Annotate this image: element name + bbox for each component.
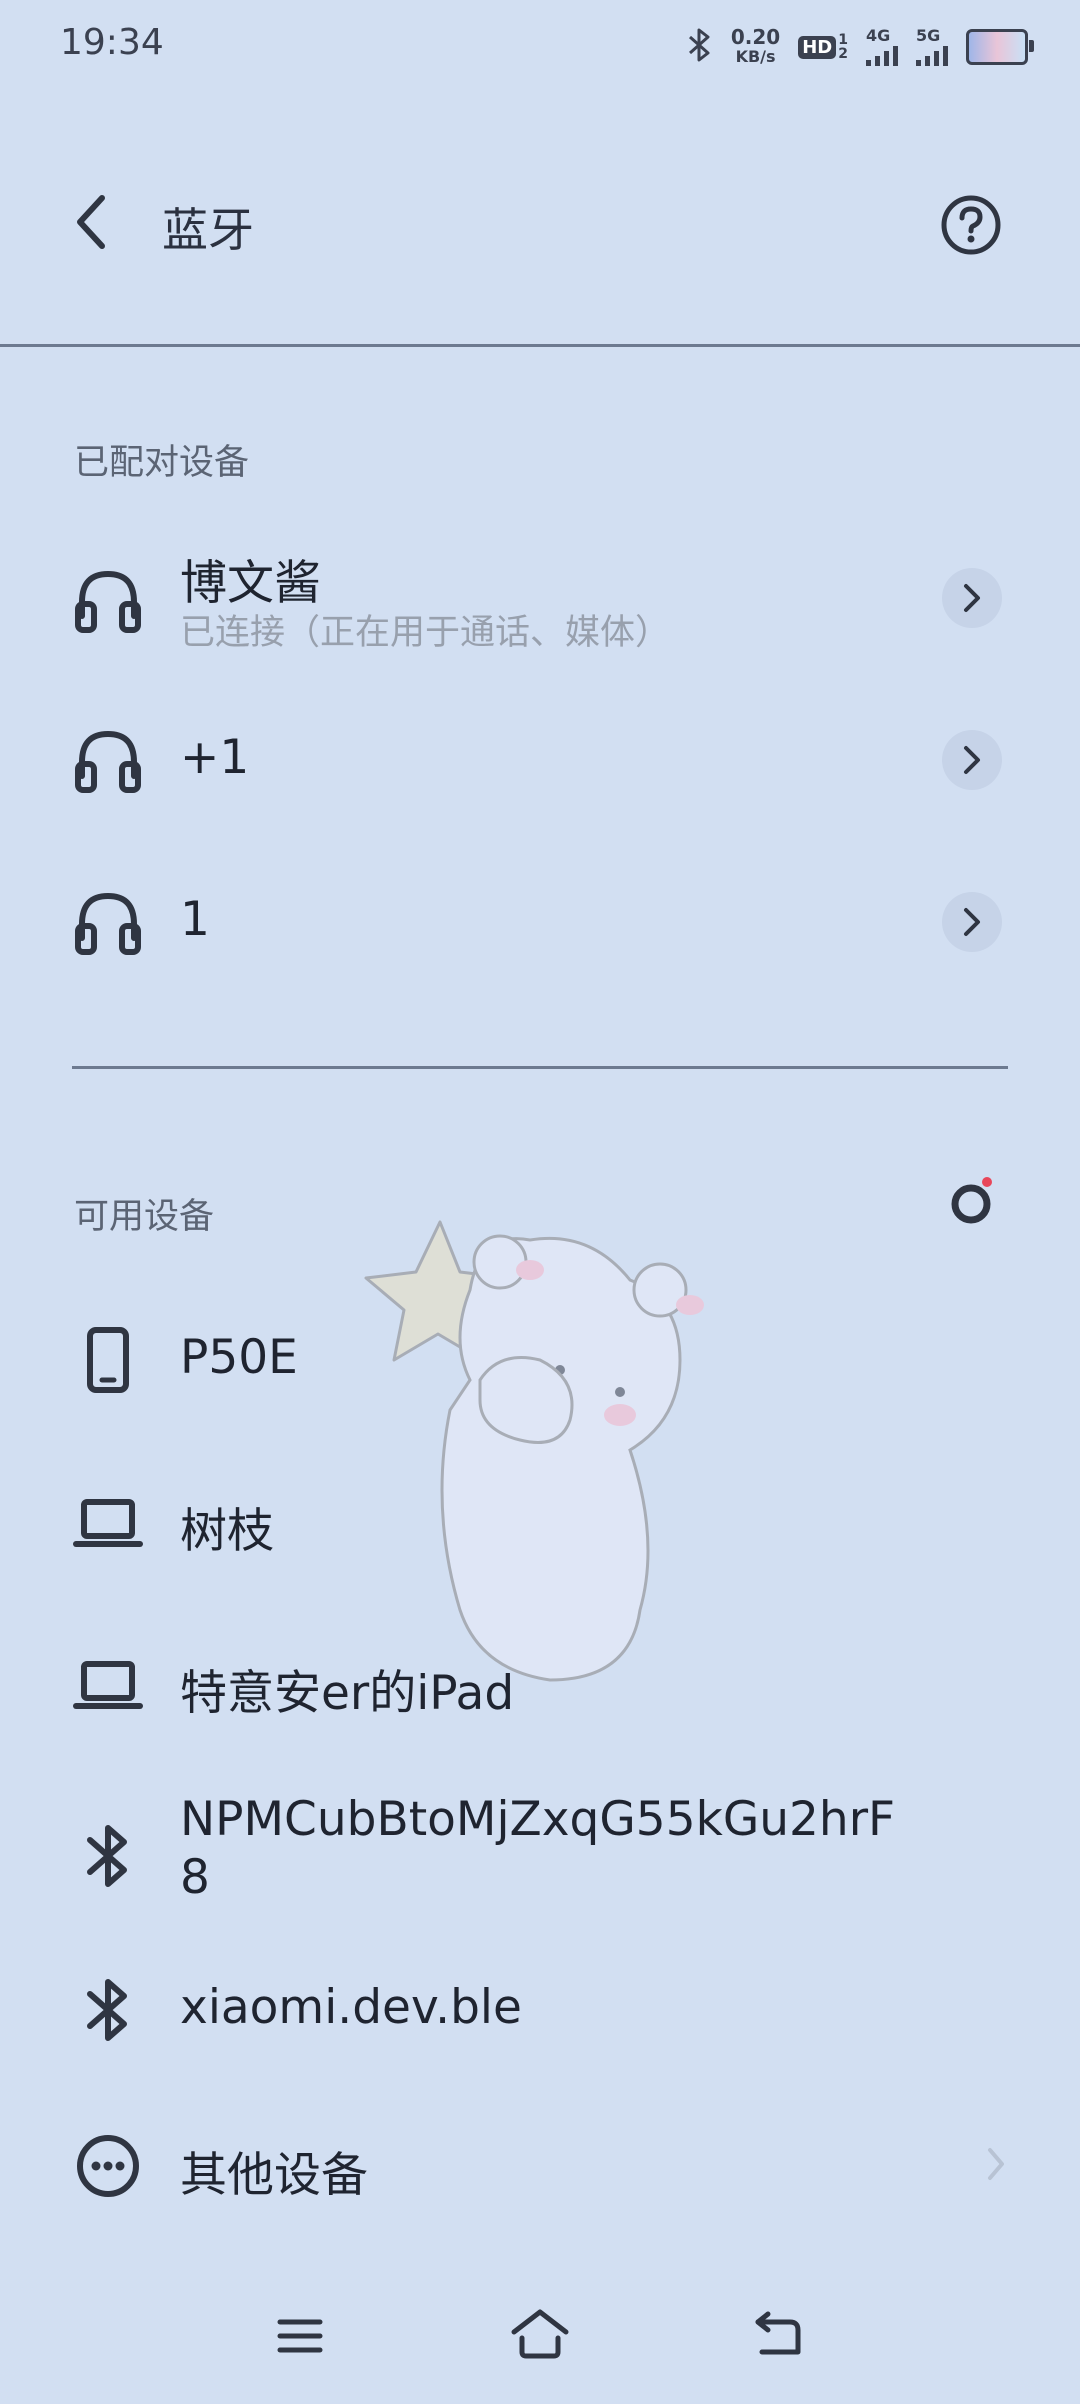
phone-icon — [87, 1327, 129, 1393]
device-name: +1 — [180, 730, 250, 785]
bluetooth-status-icon — [687, 28, 713, 66]
headphones-icon — [75, 892, 141, 955]
device-details-button[interactable] — [942, 568, 1002, 628]
header-divider — [0, 344, 1080, 347]
page-title: 蓝牙 — [162, 203, 254, 257]
available-device-row[interactable]: xiaomi.dev.ble — [0, 1930, 1080, 2090]
net-speed: 0.20 KB/s — [730, 25, 781, 66]
device-name: 树枝 — [180, 1504, 274, 1559]
status-icons: 0.20 KB/s HD 1 2 4G 5G — [687, 24, 1034, 70]
available-device-row[interactable]: NPMCubBtoMjZxqG55kGu2hrF 8 — [0, 1766, 1080, 1946]
signal-4g: 4G — [866, 28, 898, 66]
bluetooth-icon — [87, 1979, 127, 2041]
paired-device-row[interactable]: 1 — [0, 842, 1080, 1002]
loading-spinner-icon — [951, 1177, 992, 1224]
chevron-right-icon — [964, 746, 980, 774]
navigation-bar — [0, 2290, 1080, 2390]
signal-5g: 5G — [916, 28, 948, 66]
device-name-line2: 8 — [180, 1850, 210, 1905]
laptop-icon — [73, 1661, 143, 1709]
chevron-right-icon — [988, 2148, 1004, 2180]
available-section-label: 可用设备 — [74, 1197, 215, 1237]
available-device-row[interactable]: 树枝 — [0, 1442, 1080, 1602]
device-details-button[interactable] — [942, 892, 1002, 952]
back-button[interactable] — [70, 190, 114, 254]
available-device-row[interactable]: P50E — [0, 1280, 1080, 1440]
help-button[interactable] — [940, 194, 1002, 256]
chevron-right-icon — [964, 908, 980, 936]
device-name: 1 — [180, 892, 210, 947]
device-name: 其他设备 — [180, 2148, 368, 2203]
menu-icon[interactable] — [276, 2312, 324, 2360]
laptop-icon — [73, 1499, 143, 1547]
battery-icon — [966, 29, 1034, 65]
device-name-line1: NPMCubBtoMjZxqG55kGu2hrF — [180, 1792, 896, 1847]
headphones-icon — [75, 730, 141, 793]
headphones-icon — [75, 570, 141, 633]
device-name: P50E — [180, 1330, 298, 1385]
device-name: 特意安er的iPad — [180, 1666, 515, 1721]
status-time: 19:34 — [60, 22, 164, 63]
scanning-indicator — [946, 1172, 1002, 1228]
help-icon — [941, 195, 1001, 255]
paired-device-row[interactable]: +1 — [0, 680, 1080, 840]
more-dots-icon — [77, 2135, 139, 2197]
chevron-right-icon — [964, 584, 980, 612]
device-name: 博文酱 — [180, 556, 321, 611]
back-arrow-icon — [77, 195, 105, 249]
device-details-button[interactable] — [942, 730, 1002, 790]
home-icon[interactable] — [510, 2306, 570, 2362]
bluetooth-icon — [87, 1825, 127, 1887]
paired-device-row[interactable]: 博文酱 已连接（正在用于通话、媒体） — [0, 520, 1080, 680]
back-nav-icon[interactable] — [752, 2308, 806, 2362]
paired-section-label: 已配对设备 — [74, 443, 250, 483]
device-status: 已连接（正在用于通话、媒体） — [180, 613, 671, 653]
hd-badge: HD 1 2 — [798, 33, 848, 61]
other-devices-row[interactable]: 其他设备 — [0, 2086, 1080, 2246]
section-divider — [72, 1066, 1008, 1069]
available-device-row[interactable]: 特意安er的iPad — [0, 1604, 1080, 1764]
device-name: xiaomi.dev.ble — [180, 1980, 522, 2035]
